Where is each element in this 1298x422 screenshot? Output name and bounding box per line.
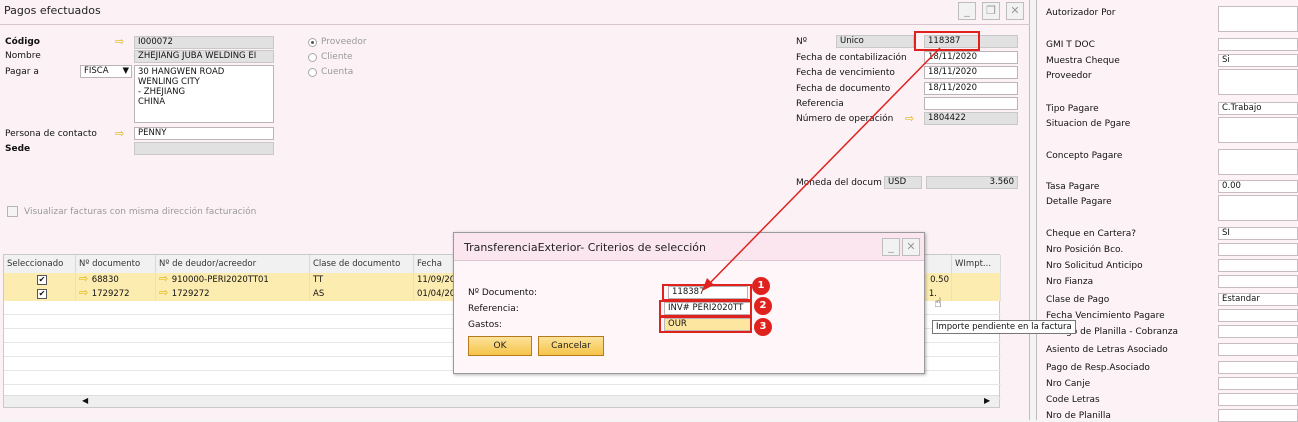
tooltip: Importe pendiente en la factura: [932, 320, 1076, 334]
mouse-cursor-icon: ☝: [934, 296, 942, 311]
annotation-arrow: [702, 47, 941, 291]
